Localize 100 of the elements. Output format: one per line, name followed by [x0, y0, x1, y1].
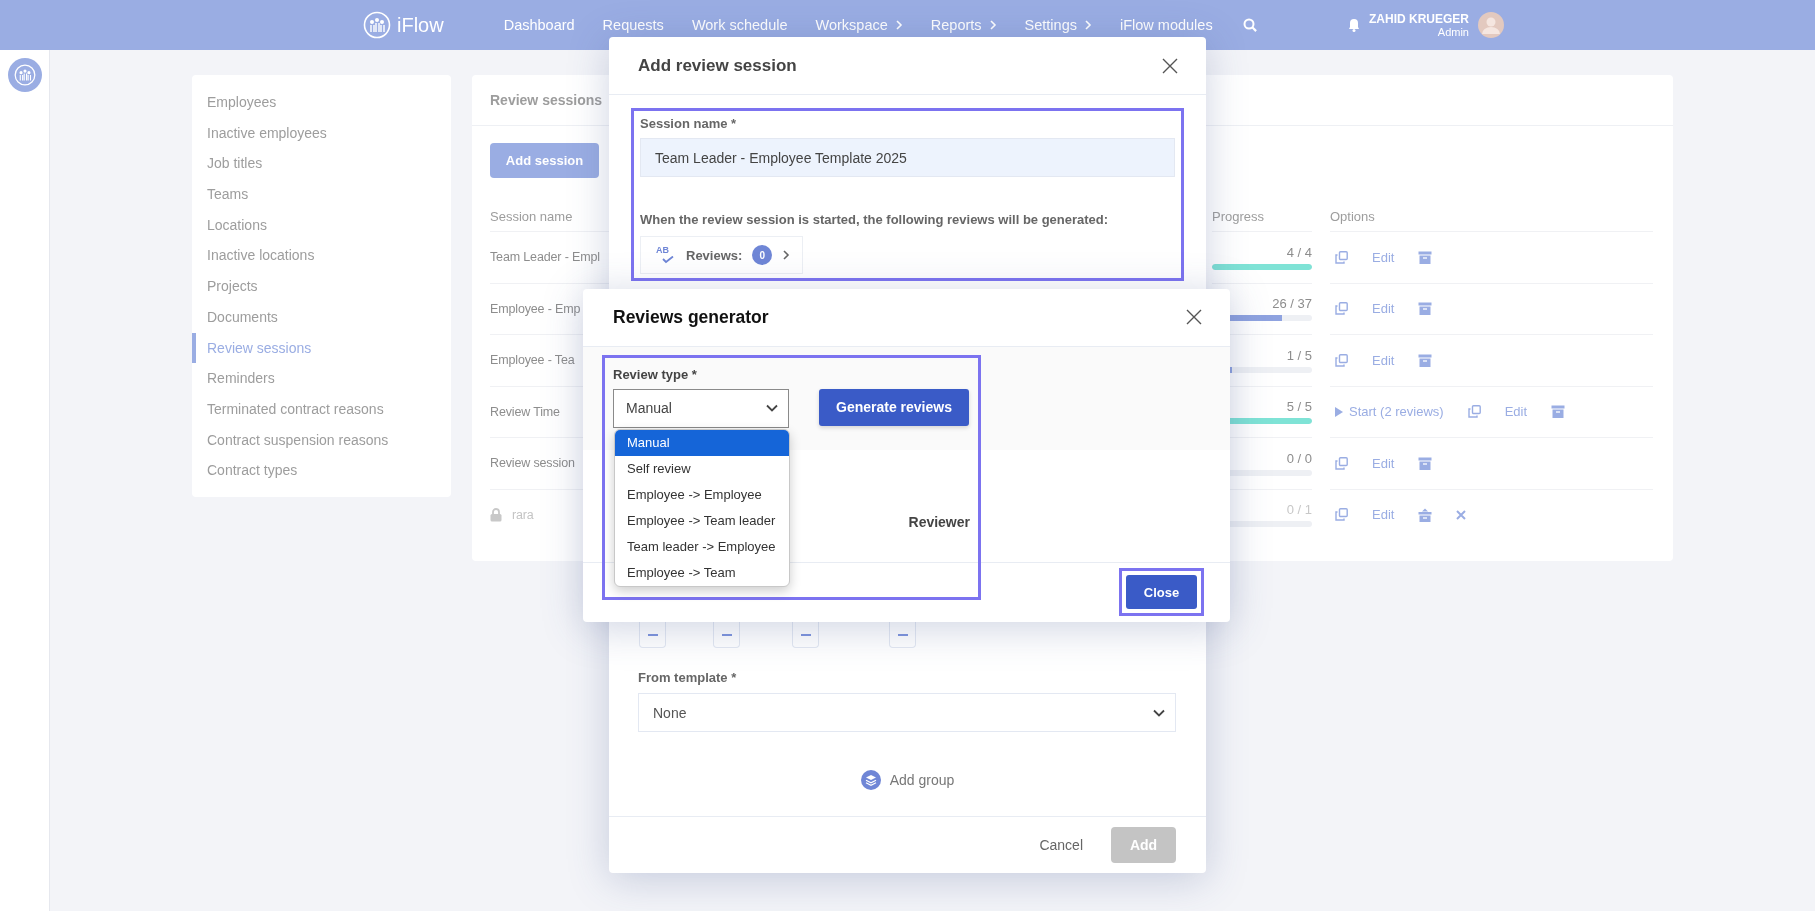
- close-icon[interactable]: [1186, 309, 1202, 326]
- column-header: Progress: [1212, 208, 1265, 224]
- column-header: Session name: [490, 208, 573, 224]
- dropdown-option[interactable]: Team leader -> Employee: [615, 533, 789, 560]
- sidebar-item[interactable]: Employees: [192, 87, 451, 118]
- sidebar-item[interactable]: Teams: [192, 179, 451, 210]
- review-type-select[interactable]: Manual: [613, 388, 789, 428]
- people-icon: [13, 64, 36, 86]
- avatar-icon[interactable]: [1478, 12, 1504, 38]
- brand-name: iFlow: [397, 13, 444, 37]
- nav-link[interactable]: iFlow modules: [1119, 17, 1213, 33]
- archive-icon[interactable]: [1418, 456, 1433, 470]
- sidebar-item[interactable]: Projects: [192, 271, 451, 302]
- edit-link[interactable]: Edit: [1504, 404, 1528, 420]
- field-label: Review type *: [613, 366, 698, 383]
- sidebar-item[interactable]: Documents: [192, 301, 451, 333]
- sidebar-item[interactable]: Contract suspension reasons: [192, 424, 451, 456]
- nav-link[interactable]: Work schedule: [691, 17, 788, 33]
- add-session-button[interactable]: Add session: [490, 143, 599, 178]
- copy-icon[interactable]: [1467, 405, 1481, 419]
- layers-icon: [860, 770, 881, 790]
- edit-link[interactable]: Edit: [1372, 455, 1395, 471]
- generate-reviews-button[interactable]: Generate reviews: [819, 388, 969, 426]
- add-group-button[interactable]: Add group: [860, 766, 955, 794]
- progress-reading: 4 / 4: [1286, 244, 1312, 260]
- search-icon[interactable]: [1242, 18, 1257, 32]
- bell-icon[interactable]: [1348, 18, 1360, 32]
- dropdown-option[interactable]: Self review: [615, 455, 789, 482]
- nav-link[interactable]: Requests: [602, 17, 664, 33]
- icon-label: AB: [656, 245, 669, 255]
- close-icon[interactable]: [1162, 57, 1178, 74]
- edit-link[interactable]: Edit: [1372, 352, 1395, 368]
- edit-link[interactable]: Edit: [1372, 507, 1395, 523]
- session-name: rara: [512, 507, 534, 522]
- archive-icon[interactable]: [1418, 250, 1433, 264]
- sidebar-item[interactable]: Inactive locations: [192, 240, 451, 272]
- sidebar-item[interactable]: Reminders: [192, 363, 451, 394]
- chevron-down-icon: [766, 404, 778, 412]
- sidebar-item[interactable]: Job titles: [192, 148, 451, 180]
- unarchive-icon[interactable]: [1418, 507, 1433, 522]
- user-role: Admin: [1436, 26, 1469, 38]
- session-name: Review session: [490, 456, 575, 471]
- play-icon: [1335, 406, 1343, 417]
- archive-icon[interactable]: [1418, 302, 1433, 316]
- field-label: From template *: [638, 670, 738, 686]
- check-icon: [662, 256, 674, 264]
- nav-link[interactable]: Dashboard: [503, 17, 575, 33]
- info-text: When the review session is started, the following reviews will be generated:: [640, 212, 1110, 228]
- progress-reading: 26 / 37: [1272, 296, 1312, 312]
- edit-link[interactable]: Edit: [1372, 301, 1395, 317]
- dropdown-option[interactable]: Employee -> Team leader: [615, 507, 789, 534]
- session-name: Employee - Emp: [490, 301, 581, 316]
- nav-link[interactable]: Settings: [1024, 17, 1092, 33]
- progress-reading: 0 / 0: [1286, 450, 1312, 466]
- copy-icon[interactable]: [1335, 508, 1348, 522]
- session-name: Team Leader - Empl: [490, 250, 600, 265]
- dropdown-option[interactable]: Manual: [615, 429, 789, 456]
- session-name: Review Time: [490, 404, 560, 419]
- copy-icon[interactable]: [1335, 456, 1348, 470]
- cancel-button[interactable]: Cancel: [1039, 837, 1083, 853]
- session-name: Employee - Tea: [490, 353, 575, 368]
- chevron-down-icon: [1153, 708, 1165, 717]
- user-name: ZAHID KRUEGER: [1369, 12, 1469, 26]
- dialog-title: Reviews generator: [613, 306, 769, 328]
- start-link[interactable]: Start (2 reviews): [1335, 404, 1444, 420]
- app-logo[interactable]: [7, 58, 42, 92]
- reviews-button[interactable]: AB Reviews: 0: [640, 236, 803, 274]
- sidebar-item[interactable]: Contract types: [192, 455, 451, 486]
- minus-icon: [800, 633, 811, 636]
- dropdown-option[interactable]: Employee -> Employee: [615, 481, 789, 508]
- template-select[interactable]: None: [638, 693, 1176, 732]
- minus-icon: [647, 633, 658, 636]
- minus-icon: [897, 633, 908, 636]
- archive-icon[interactable]: [1551, 405, 1566, 419]
- chevron-icon: [782, 250, 791, 260]
- column-header: Reviewer: [908, 513, 970, 530]
- progress-reading: 5 / 5: [1286, 399, 1312, 415]
- column-header: Options: [1330, 208, 1375, 224]
- copy-icon[interactable]: [1335, 302, 1348, 316]
- lock-icon: [490, 507, 502, 522]
- nav-link[interactable]: Workspace: [815, 17, 903, 33]
- sidebar-item[interactable]: Terminated contract reasons: [192, 393, 451, 425]
- edit-link[interactable]: Edit: [1372, 249, 1395, 265]
- nav-link[interactable]: Reports: [930, 17, 997, 33]
- archive-icon[interactable]: [1418, 353, 1433, 367]
- minus-icon: [721, 633, 732, 636]
- session-name-field[interactable]: Team Leader - Employee Template 2025: [640, 138, 1175, 177]
- sidebar-item[interactable]: Inactive employees: [192, 117, 451, 149]
- delete-icon[interactable]: [1456, 509, 1467, 520]
- dropdown-option[interactable]: Employee -> Team: [615, 559, 789, 586]
- sidebar-item[interactable]: Review sessions: [192, 332, 451, 364]
- dialog-title: Add review session: [638, 55, 797, 76]
- sidebar-item[interactable]: Locations: [192, 209, 451, 241]
- copy-icon[interactable]: [1335, 353, 1348, 367]
- count-badge: 0: [752, 245, 773, 265]
- close-button[interactable]: Close: [1126, 575, 1197, 610]
- logo-icon: [363, 11, 391, 39]
- field-label: Session name *: [640, 116, 738, 132]
- copy-icon[interactable]: [1335, 250, 1348, 264]
- panel-title: Review sessions: [490, 92, 603, 108]
